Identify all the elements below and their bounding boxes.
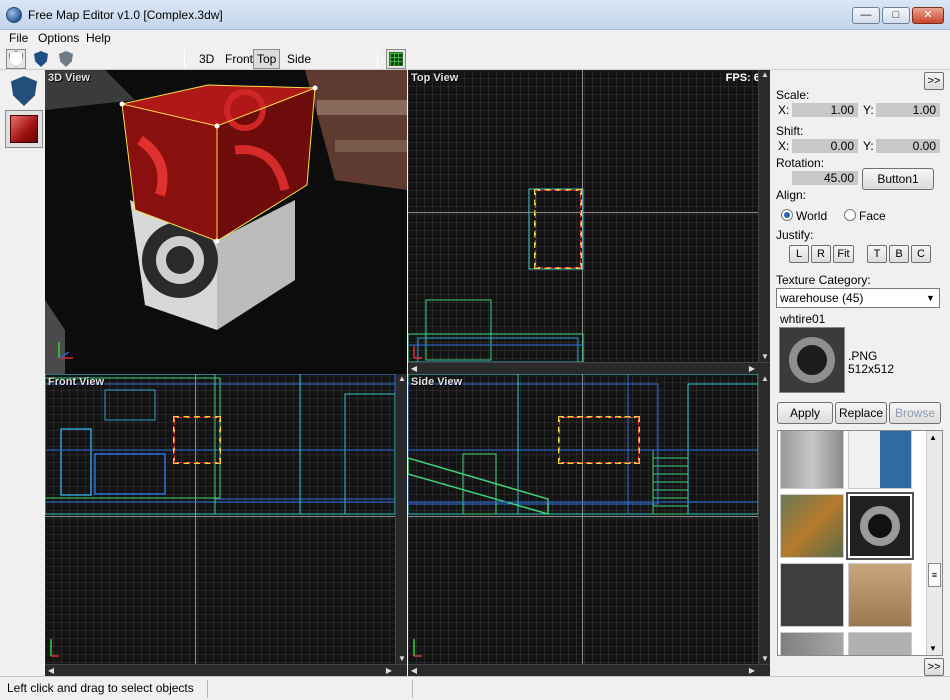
title-bar: Free Map Editor v1.0 [Complex.3dw] — □ ✕ bbox=[0, 0, 950, 30]
app-globe-icon bbox=[6, 7, 22, 23]
shield-gray-icon[interactable] bbox=[56, 49, 76, 69]
scene-3d-render bbox=[45, 70, 407, 374]
scale-y-input[interactable]: 1.00 bbox=[876, 103, 940, 117]
top-view-wireframe bbox=[408, 188, 584, 362]
justify-label: Justify: bbox=[776, 228, 814, 242]
side-view-selection bbox=[558, 416, 640, 464]
browse-button[interactable]: Browse bbox=[889, 402, 941, 424]
viewport-top-label: Top View bbox=[411, 72, 459, 84]
minimize-button[interactable]: — bbox=[852, 7, 880, 24]
align-world-radio[interactable] bbox=[781, 209, 793, 221]
toolbar: 3D Front Top Side bbox=[0, 48, 950, 70]
align-label: Align: bbox=[776, 188, 807, 202]
view-top-button[interactable]: Top bbox=[253, 49, 281, 69]
texture-browser[interactable]: ▲ ≡ ▼ bbox=[777, 430, 943, 656]
scale-y-label: Y: bbox=[863, 103, 874, 117]
shift-x-label: X: bbox=[778, 139, 790, 153]
justify-center-button[interactable]: C bbox=[911, 245, 931, 263]
menu-file[interactable]: File bbox=[9, 31, 28, 45]
rotation-label: Rotation: bbox=[776, 156, 825, 170]
shield-blue-icon[interactable] bbox=[31, 49, 51, 69]
align-face-label[interactable]: Face bbox=[859, 209, 886, 223]
button1[interactable]: Button1 bbox=[862, 168, 934, 190]
texture-thumb-concrete[interactable] bbox=[780, 431, 844, 489]
status-bar: Left click and drag to select objects bbox=[0, 676, 950, 700]
justify-right-button[interactable]: R bbox=[811, 245, 831, 263]
shift-x-input[interactable]: 0.00 bbox=[792, 139, 858, 153]
replace-button[interactable]: Replace bbox=[835, 402, 887, 424]
scale-label: Scale: bbox=[776, 88, 810, 102]
side-view-vscroll[interactable]: ▲ ▼ bbox=[758, 374, 770, 664]
justify-fit-button[interactable]: Fit bbox=[833, 245, 854, 263]
view-front-button[interactable]: Front bbox=[221, 49, 257, 69]
texture-name: whtire01 bbox=[780, 312, 826, 326]
view-side-button[interactable]: Side bbox=[283, 49, 315, 69]
front-view-selection bbox=[173, 416, 221, 464]
top-view-vscroll[interactable]: ▲ ▼ bbox=[758, 70, 770, 362]
viewport-side-label: Side View bbox=[411, 376, 463, 388]
menu-help[interactable]: Help bbox=[86, 31, 111, 45]
justify-top-button[interactable]: T bbox=[867, 245, 887, 263]
menu-bar: File Options Help bbox=[0, 30, 950, 48]
grid-toggle-icon[interactable] bbox=[386, 49, 406, 69]
texture-category-select[interactable]: warehouse (45) ▼ bbox=[776, 288, 940, 308]
texture-category-value: warehouse (45) bbox=[780, 291, 864, 305]
shift-y-input[interactable]: 0.00 bbox=[876, 139, 940, 153]
rotation-input[interactable]: 45.00 bbox=[792, 171, 858, 185]
texture-preview bbox=[779, 327, 845, 393]
justify-bottom-button[interactable]: B bbox=[889, 245, 909, 263]
scale-x-label: X: bbox=[778, 103, 790, 117]
panel-expand-top-button[interactable]: >> bbox=[924, 72, 944, 90]
viewport-3d[interactable]: 3D View bbox=[45, 70, 407, 374]
status-text: Left click and drag to select objects bbox=[7, 681, 194, 695]
top-view-hscroll[interactable]: ◀ ▶ bbox=[408, 362, 770, 374]
window-title: Free Map Editor v1.0 [Complex.3dw] bbox=[28, 8, 223, 22]
left-tool-column bbox=[0, 70, 45, 676]
maximize-button[interactable]: □ bbox=[882, 7, 910, 24]
texture-thumb-tire[interactable] bbox=[846, 492, 914, 560]
viewport-top[interactable]: Top View FPS: 60 ▲ ▼ ◀ ▶ bbox=[408, 70, 770, 374]
justify-left-button[interactable]: L bbox=[789, 245, 809, 263]
side-view-hscroll[interactable]: ◀ ▶ bbox=[408, 664, 770, 676]
shift-y-label: Y: bbox=[863, 139, 874, 153]
front-view-vscroll[interactable]: ▲ ▼ bbox=[395, 374, 407, 664]
texture-properties-panel: >> Scale: X: 1.00 Y: 1.00 Shift: X: 0.00… bbox=[772, 70, 950, 676]
align-face-radio[interactable] bbox=[844, 209, 856, 221]
viewport-front[interactable]: Front View ▲ ▼ ◀ ▶ bbox=[45, 374, 407, 676]
viewport-front-label: Front View bbox=[48, 376, 105, 388]
texture-thumb-rust[interactable] bbox=[780, 494, 844, 558]
chevron-down-icon: ▼ bbox=[926, 293, 935, 303]
viewport-3d-label: 3D View bbox=[48, 72, 90, 84]
viewport-side[interactable]: Side View ▲ ▼ ◀ ▶ bbox=[408, 374, 770, 676]
close-button[interactable]: ✕ bbox=[912, 7, 944, 24]
texture-thumb-metal[interactable] bbox=[780, 632, 844, 655]
panel-expand-bottom-button[interactable]: >> bbox=[924, 658, 944, 676]
texture-format: .PNG bbox=[848, 349, 878, 363]
menu-options[interactable]: Options bbox=[38, 31, 79, 45]
texture-thumb-asphalt[interactable] bbox=[780, 563, 844, 627]
shift-label: Shift: bbox=[776, 124, 804, 138]
shield-tool-icon[interactable] bbox=[5, 72, 43, 110]
texture-browser-scrollbar[interactable]: ▲ ≡ ▼ bbox=[926, 431, 942, 655]
scale-x-input[interactable]: 1.00 bbox=[792, 103, 858, 117]
texture-thumb-cardboard[interactable] bbox=[848, 563, 912, 627]
align-world-label[interactable]: World bbox=[796, 209, 827, 223]
view-3d-button[interactable]: 3D bbox=[195, 49, 218, 69]
select-shield-white-icon[interactable] bbox=[6, 49, 26, 69]
texture-category-label: Texture Category: bbox=[776, 273, 871, 287]
texture-thumb-gray[interactable] bbox=[848, 632, 912, 655]
top-view-selection bbox=[534, 189, 582, 269]
texture-cube-tool-icon[interactable] bbox=[5, 110, 43, 148]
apply-button[interactable]: Apply bbox=[777, 402, 833, 424]
texture-size: 512x512 bbox=[848, 362, 895, 376]
front-view-hscroll[interactable]: ◀ ▶ bbox=[45, 664, 407, 676]
texture-thumb-blue-wall[interactable] bbox=[848, 431, 912, 489]
